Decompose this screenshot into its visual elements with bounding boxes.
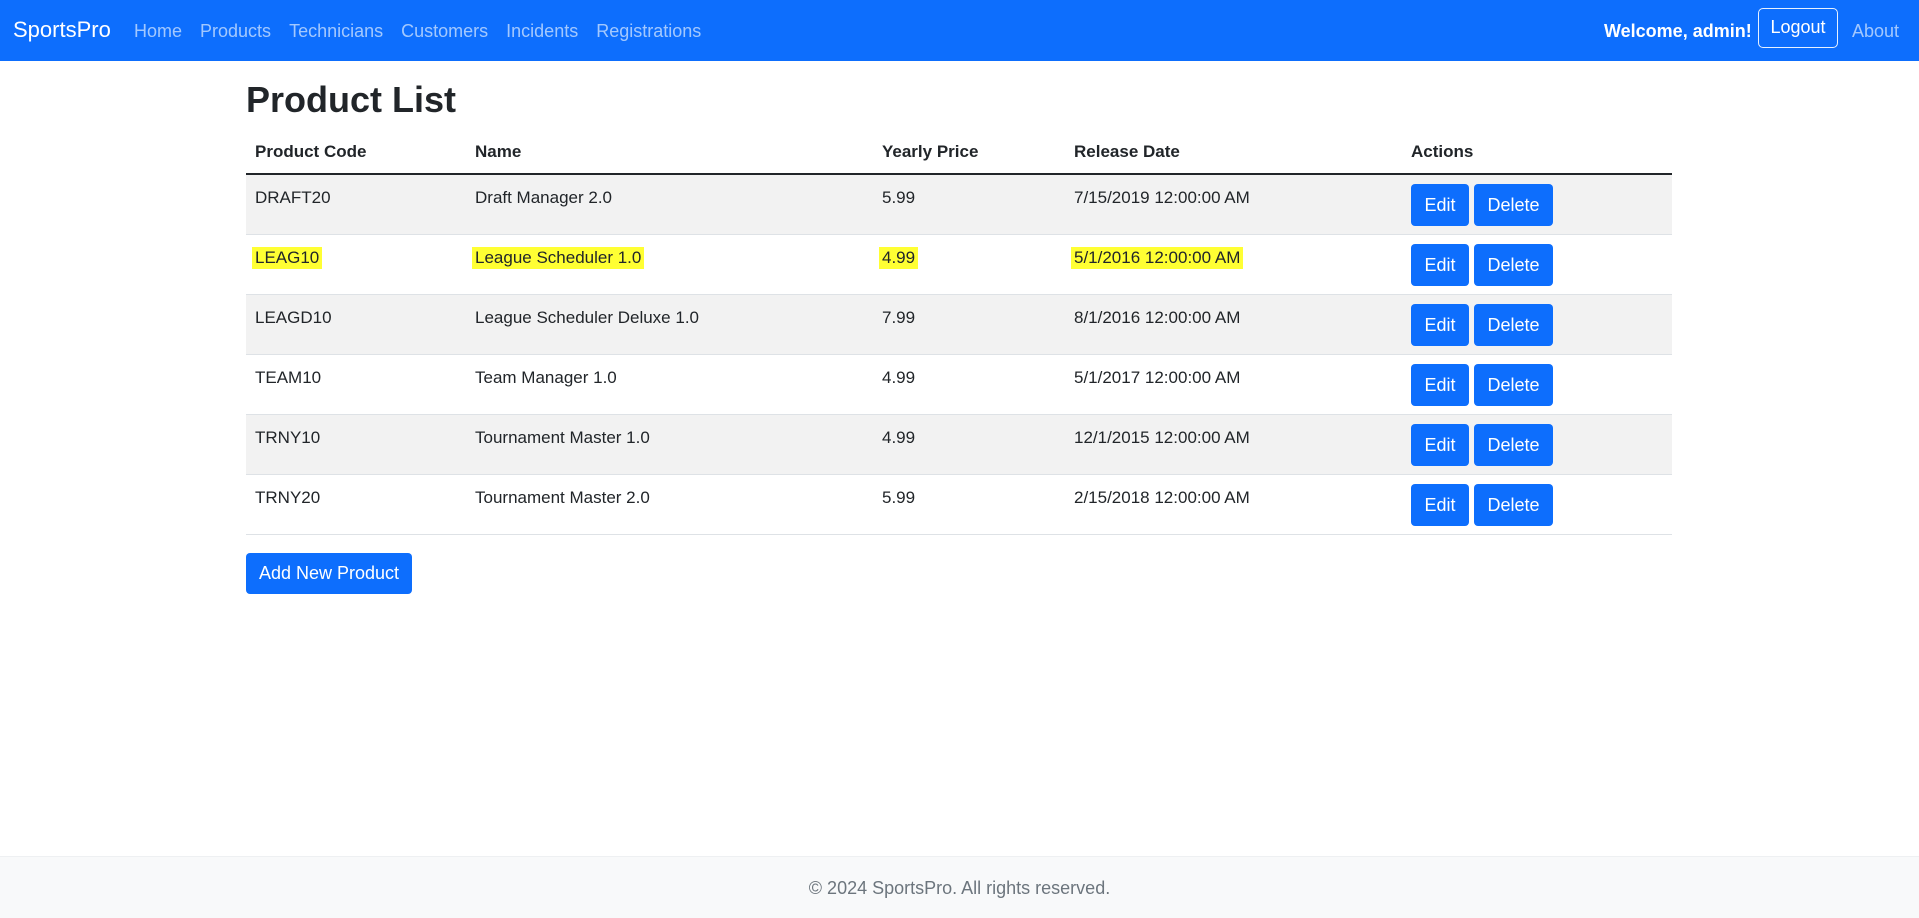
product-price: 4.99	[882, 367, 916, 387]
delete-button[interactable]: Delete	[1474, 423, 1553, 466]
table-row: TRNY20 Tournament Master 2.0 5.99 2/15/2…	[246, 474, 1672, 535]
product-code: TEAM10	[255, 367, 322, 387]
cell-name: League Scheduler 1.0	[466, 234, 873, 295]
cell-name: Draft Manager 2.0	[466, 174, 873, 235]
edit-button[interactable]: Edit	[1411, 363, 1469, 406]
edit-button[interactable]: Edit	[1411, 423, 1469, 466]
product-code: LEAG10	[252, 246, 323, 269]
cell-price: 5.99	[873, 174, 1065, 235]
table-header-row: Product Code Name Yearly Price Release D…	[246, 131, 1672, 175]
table-row: TRNY10 Tournament Master 1.0 4.99 12/1/2…	[246, 414, 1672, 475]
product-release-date: 2/15/2018 12:00:00 AM	[1074, 487, 1250, 507]
product-release-date: 7/15/2019 12:00:00 AM	[1074, 187, 1250, 207]
product-release-date: 8/1/2016 12:00:00 AM	[1074, 307, 1241, 327]
top-navbar: SportsPro Home Products Technicians Cust…	[0, 0, 1919, 61]
edit-button[interactable]: Edit	[1411, 303, 1469, 346]
cell-price: 5.99	[873, 474, 1065, 535]
table-row: DRAFT20 Draft Manager 2.0 5.99 7/15/2019…	[246, 174, 1672, 235]
product-price: 5.99	[882, 187, 916, 207]
cell-code: TRNY20	[246, 474, 466, 535]
brand-logo-link[interactable]: SportsPro	[13, 17, 111, 43]
welcome-message: Welcome, admin!	[1604, 21, 1752, 41]
delete-button[interactable]: Delete	[1474, 363, 1553, 406]
footer-copyright: © 2024 SportsPro. All rights reserved.	[808, 878, 1111, 898]
nav-link-customers[interactable]: Customers	[401, 20, 488, 42]
product-release-date: 5/1/2016 12:00:00 AM	[1071, 246, 1244, 269]
nav-link-about[interactable]: About	[1852, 20, 1899, 42]
delete-button[interactable]: Delete	[1474, 243, 1553, 286]
cell-actions: Edit Delete	[1402, 294, 1672, 355]
product-code: TRNY10	[255, 427, 321, 447]
logout-button[interactable]: Logout	[1758, 8, 1838, 48]
cell-price: 4.99	[873, 234, 1065, 295]
cell-name: League Scheduler Deluxe 1.0	[466, 294, 873, 355]
product-name: Draft Manager 2.0	[475, 187, 613, 207]
cell-date: 12/1/2015 12:00:00 AM	[1065, 414, 1402, 475]
edit-button[interactable]: Edit	[1411, 483, 1469, 526]
header-yearly-price: Yearly Price	[873, 131, 1065, 175]
edit-button[interactable]: Edit	[1411, 243, 1469, 286]
nav-link-products[interactable]: Products	[200, 20, 271, 42]
nav-link-home[interactable]: Home	[134, 20, 182, 42]
product-price: 4.99	[879, 246, 919, 269]
cell-code: DRAFT20	[246, 174, 466, 235]
cell-actions: Edit Delete	[1402, 234, 1672, 295]
add-new-product-button[interactable]: Add New Product	[246, 553, 412, 594]
edit-button[interactable]: Edit	[1411, 183, 1469, 226]
cell-code: LEAGD10	[246, 294, 466, 355]
header-name: Name	[466, 131, 873, 175]
table-row: LEAGD10 League Scheduler Deluxe 1.0 7.99…	[246, 294, 1672, 355]
cell-price: 4.99	[873, 354, 1065, 415]
nav-link-registrations[interactable]: Registrations	[596, 20, 701, 42]
cell-date: 8/1/2016 12:00:00 AM	[1065, 294, 1402, 355]
table-row: LEAG10 League Scheduler 1.0 4.99 5/1/201…	[246, 234, 1672, 295]
header-release-date: Release Date	[1065, 131, 1402, 175]
product-code: LEAGD10	[255, 307, 332, 327]
product-name: Tournament Master 2.0	[475, 487, 650, 507]
header-actions: Actions	[1402, 131, 1672, 175]
delete-button[interactable]: Delete	[1474, 483, 1553, 526]
cell-date: 5/1/2017 12:00:00 AM	[1065, 354, 1402, 415]
table-row: TEAM10 Team Manager 1.0 4.99 5/1/2017 12…	[246, 354, 1672, 415]
product-name: League Scheduler Deluxe 1.0	[475, 307, 699, 327]
cell-price: 4.99	[873, 414, 1065, 475]
nav-link-incidents[interactable]: Incidents	[506, 20, 578, 42]
product-price: 4.99	[882, 427, 916, 447]
product-code: TRNY20	[255, 487, 321, 507]
product-name: Team Manager 1.0	[475, 367, 617, 387]
cell-date: 7/15/2019 12:00:00 AM	[1065, 174, 1402, 235]
cell-actions: Edit Delete	[1402, 414, 1672, 475]
cell-date: 5/1/2016 12:00:00 AM	[1065, 234, 1402, 295]
page-title: Product List	[246, 79, 457, 120]
nav-link-technicians[interactable]: Technicians	[289, 20, 383, 42]
cell-name: Tournament Master 1.0	[466, 414, 873, 475]
delete-button[interactable]: Delete	[1474, 183, 1553, 226]
cell-code: TRNY10	[246, 414, 466, 475]
product-code: DRAFT20	[255, 187, 331, 207]
cell-code: TEAM10	[246, 354, 466, 415]
product-price: 7.99	[882, 307, 916, 327]
nav-links: Home Products Technicians Customers Inci…	[134, 20, 719, 42]
cell-actions: Edit Delete	[1402, 354, 1672, 415]
page-footer: © 2024 SportsPro. All rights reserved.	[0, 856, 1919, 918]
cell-price: 7.99	[873, 294, 1065, 355]
product-release-date: 12/1/2015 12:00:00 AM	[1074, 427, 1250, 447]
cell-actions: Edit Delete	[1402, 474, 1672, 535]
product-release-date: 5/1/2017 12:00:00 AM	[1074, 367, 1241, 387]
cell-code: LEAG10	[246, 234, 466, 295]
delete-button[interactable]: Delete	[1474, 303, 1553, 346]
product-name: League Scheduler 1.0	[472, 246, 645, 269]
product-price: 5.99	[882, 487, 916, 507]
cell-actions: Edit Delete	[1402, 174, 1672, 235]
product-name: Tournament Master 1.0	[475, 427, 650, 447]
cell-name: Tournament Master 2.0	[466, 474, 873, 535]
product-table: Product Code Name Yearly Price Release D…	[246, 131, 1672, 535]
header-product-code: Product Code	[246, 131, 466, 175]
cell-date: 2/15/2018 12:00:00 AM	[1065, 474, 1402, 535]
cell-name: Team Manager 1.0	[466, 354, 873, 415]
